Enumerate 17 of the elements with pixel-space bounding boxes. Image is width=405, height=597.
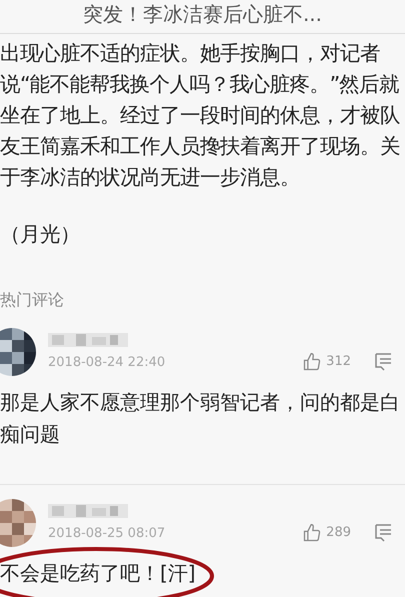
avatar-icon[interactable] — [0, 328, 36, 376]
like-count: 289 — [326, 524, 351, 542]
comment-icon[interactable] — [375, 523, 391, 543]
blurred-name-icon — [48, 331, 128, 350]
thumbs-up-icon[interactable] — [302, 352, 322, 372]
section-heading: 热门评论 — [0, 289, 65, 311]
comment-text: 不会是吃药了吧！[汗] — [0, 560, 197, 587]
comment-icon[interactable] — [375, 352, 391, 372]
comment-text: 那是人家不愿意理那个弱智记者，问的都是白痴问题 — [0, 389, 401, 448]
article-paragraph: 出现心脏不适的症状。她手按胸口，对记者说“能不能帮我换个人吗？我心脏疼。”然后就坐在了地上。经过了一段时间的休息，才被队友王简嘉禾和工作人员搀扶着离开了现场。关于李冰洁的状况尚无进一步消息。 — [0, 40, 401, 191]
article-paragraph: （月光） — [0, 221, 81, 248]
like-count: 312 — [326, 353, 351, 372]
comment-date: 2018-08-25 08:07 — [48, 525, 166, 544]
thumbs-up-icon[interactable] — [302, 523, 322, 543]
page-title: 突发！李冰洁赛后心脏不... — [82, 1, 322, 27]
comment-date: 2018-08-24 22:40 — [48, 354, 166, 372]
blurred-name-icon — [48, 502, 128, 520]
